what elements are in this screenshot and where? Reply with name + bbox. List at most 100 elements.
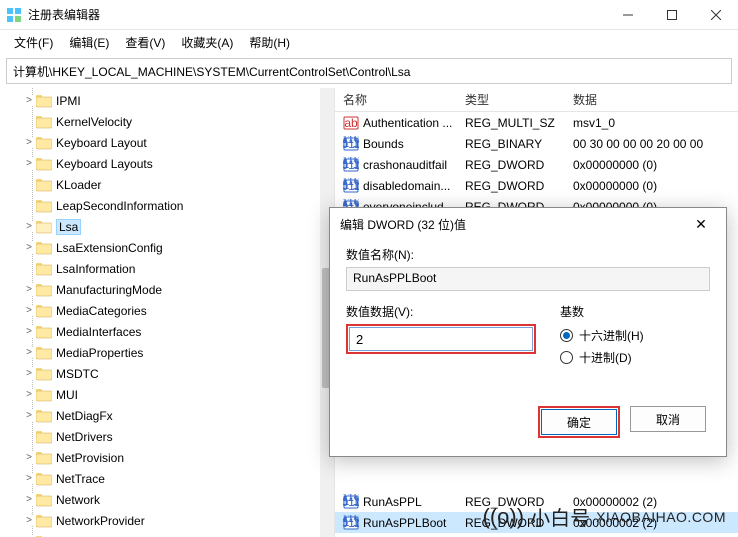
ok-button[interactable]: 确定 — [541, 409, 617, 435]
minimize-button[interactable] — [606, 0, 650, 30]
expander-icon[interactable]: > — [22, 368, 36, 379]
tree-item[interactable]: >NetworkProvider — [0, 510, 334, 531]
tree-item-label: Network — [56, 493, 100, 507]
tree-item[interactable]: > MediaInterfaces — [0, 321, 334, 342]
menu-file[interactable]: 文件(F) — [6, 31, 61, 54]
menu-favorites[interactable]: 收藏夹(A) — [173, 31, 241, 54]
tree-item-label: NetDiagFx — [56, 409, 113, 423]
titlebar: 注册表编辑器 — [0, 0, 738, 30]
tree-item[interactable]: >MediaCategories — [0, 300, 334, 321]
tree-item-label: ManufacturingMode — [56, 283, 162, 297]
value-name: RunAsPPL — [363, 495, 422, 509]
close-button[interactable] — [694, 0, 738, 30]
menu-view[interactable]: 查看(V) — [117, 31, 173, 54]
list-header: 名称 类型 数据 — [335, 88, 738, 112]
tree-item[interactable]: KernelVelocity — [0, 111, 334, 132]
svg-text:011: 011 — [343, 516, 359, 530]
radio-hex-label: 十六进制(H) — [579, 327, 644, 344]
tree-item[interactable]: >MediaProperties — [0, 342, 334, 363]
expander-icon[interactable]: > — [22, 494, 36, 505]
tree-item[interactable]: > ManufacturingMode — [0, 279, 334, 300]
watermark: ((o)) 小白号 XIAOBAIHAO.COM — [483, 502, 726, 531]
ok-button-highlight: 确定 — [538, 406, 620, 438]
expander-icon[interactable]: > — [22, 221, 36, 232]
tree-item[interactable]: > NetTrace — [0, 468, 334, 489]
expander-icon[interactable]: > — [22, 389, 36, 400]
expander-icon[interactable]: > — [22, 347, 36, 358]
tree-item[interactable]: LsaInformation — [0, 258, 334, 279]
tree-item-label: Keyboard Layout — [56, 136, 147, 150]
value-name: RunAsPPLBoot — [363, 516, 446, 530]
tree-item[interactable]: >LsaExtensionConfig — [0, 237, 334, 258]
list-row[interactable]: 011 110110011BoundsREG_BINARY00 30 00 00… — [335, 133, 738, 154]
value-data-input[interactable] — [349, 327, 533, 351]
expander-icon[interactable]: > — [22, 305, 36, 316]
tree-item[interactable]: > Network — [0, 489, 334, 510]
value-type: REG_DWORD — [457, 158, 565, 172]
column-type[interactable]: 类型 — [457, 91, 565, 108]
expander-icon[interactable]: > — [22, 242, 36, 253]
watermark-text: 小白号 — [530, 502, 590, 531]
tree-item[interactable]: > Lsa — [0, 216, 334, 237]
value-name: disabledomain... — [363, 179, 450, 193]
tree-item[interactable]: >IPMI — [0, 90, 334, 111]
svg-text:ab: ab — [344, 116, 358, 130]
list-row[interactable]: 011 110110011disabledomain...REG_DWORD0x… — [335, 175, 738, 196]
value-data-label: 数值数据(V): — [346, 303, 536, 320]
expander-icon[interactable]: > — [22, 326, 36, 337]
tree-item[interactable]: LeapSecondInformation — [0, 195, 334, 216]
tree-view[interactable]: >IPMIKernelVelocity > Keyboard Layout > Keyb… — [0, 88, 335, 537]
tree-item-label: Lsa — [56, 219, 81, 235]
expander-icon[interactable]: > — [22, 137, 36, 148]
tree-item-label: NetTrace — [56, 472, 105, 486]
expander-icon[interactable]: > — [22, 158, 36, 169]
expander-icon[interactable]: > — [22, 410, 36, 421]
cancel-button[interactable]: 取消 — [630, 406, 706, 432]
tree-item-label: MediaInterfaces — [56, 325, 141, 339]
menu-help[interactable]: 帮助(H) — [241, 31, 298, 54]
expander-icon[interactable]: > — [22, 95, 36, 106]
tree-item[interactable]: NetDrivers — [0, 426, 334, 447]
column-name[interactable]: 名称 — [335, 91, 457, 108]
value-type: REG_MULTI_SZ — [457, 116, 565, 130]
radio-dec[interactable]: 十进制(D) — [560, 346, 710, 368]
tree-item[interactable]: >NetProvision — [0, 447, 334, 468]
menubar: 文件(F) 编辑(E) 查看(V) 收藏夹(A) 帮助(H) — [0, 30, 738, 54]
svg-text:011: 011 — [343, 179, 359, 193]
radio-dec-label: 十进制(D) — [579, 349, 632, 366]
maximize-button[interactable] — [650, 0, 694, 30]
tree-item-label: LeapSecondInformation — [56, 199, 183, 213]
watermark-icon: ((o)) — [483, 506, 525, 528]
tree-item-label: NetDrivers — [56, 430, 113, 444]
value-name: Bounds — [363, 137, 404, 151]
list-row[interactable]: 011 110110011crashonauditfailREG_DWORD0x… — [335, 154, 738, 175]
dialog-title-text: 编辑 DWORD (32 位)值 — [340, 216, 686, 233]
expander-icon[interactable]: > — [22, 473, 36, 484]
menu-edit[interactable]: 编辑(E) — [61, 31, 117, 54]
tree-item[interactable]: >NetworkSetup2 — [0, 531, 334, 537]
tree-item[interactable]: KLoader — [0, 174, 334, 195]
tree-item-label: KLoader — [56, 178, 101, 192]
tree-item[interactable]: >MSDTC — [0, 363, 334, 384]
list-row[interactable]: abAuthentication ...REG_MULTI_SZmsv1_0 — [335, 112, 738, 133]
column-data[interactable]: 数据 — [565, 91, 738, 108]
radio-dec-dot — [560, 351, 573, 364]
value-type: REG_DWORD — [457, 179, 565, 193]
address-bar[interactable]: 计算机\HKEY_LOCAL_MACHINE\SYSTEM\CurrentCon… — [6, 58, 732, 84]
tree-item-label: Keyboard Layouts — [56, 157, 153, 171]
tree-item[interactable]: > Keyboard Layouts — [0, 153, 334, 174]
dialog-close-button[interactable]: ✕ — [686, 216, 716, 233]
expander-icon[interactable]: > — [22, 452, 36, 463]
value-data: 00 30 00 00 00 20 00 00 — [565, 137, 738, 151]
expander-icon[interactable]: > — [22, 515, 36, 526]
value-data: msv1_0 — [565, 116, 738, 130]
radio-hex[interactable]: 十六进制(H) — [560, 324, 710, 346]
base-label: 基数 — [560, 303, 710, 320]
tree-item[interactable]: >MUI — [0, 384, 334, 405]
tree-item[interactable]: > NetDiagFx — [0, 405, 334, 426]
tree-item[interactable]: > Keyboard Layout — [0, 132, 334, 153]
watermark-url: XIAOBAIHAO.COM — [596, 509, 726, 525]
expander-icon[interactable]: > — [22, 284, 36, 295]
radio-hex-dot — [560, 329, 573, 342]
value-data: 0x00000000 (0) — [565, 179, 738, 193]
